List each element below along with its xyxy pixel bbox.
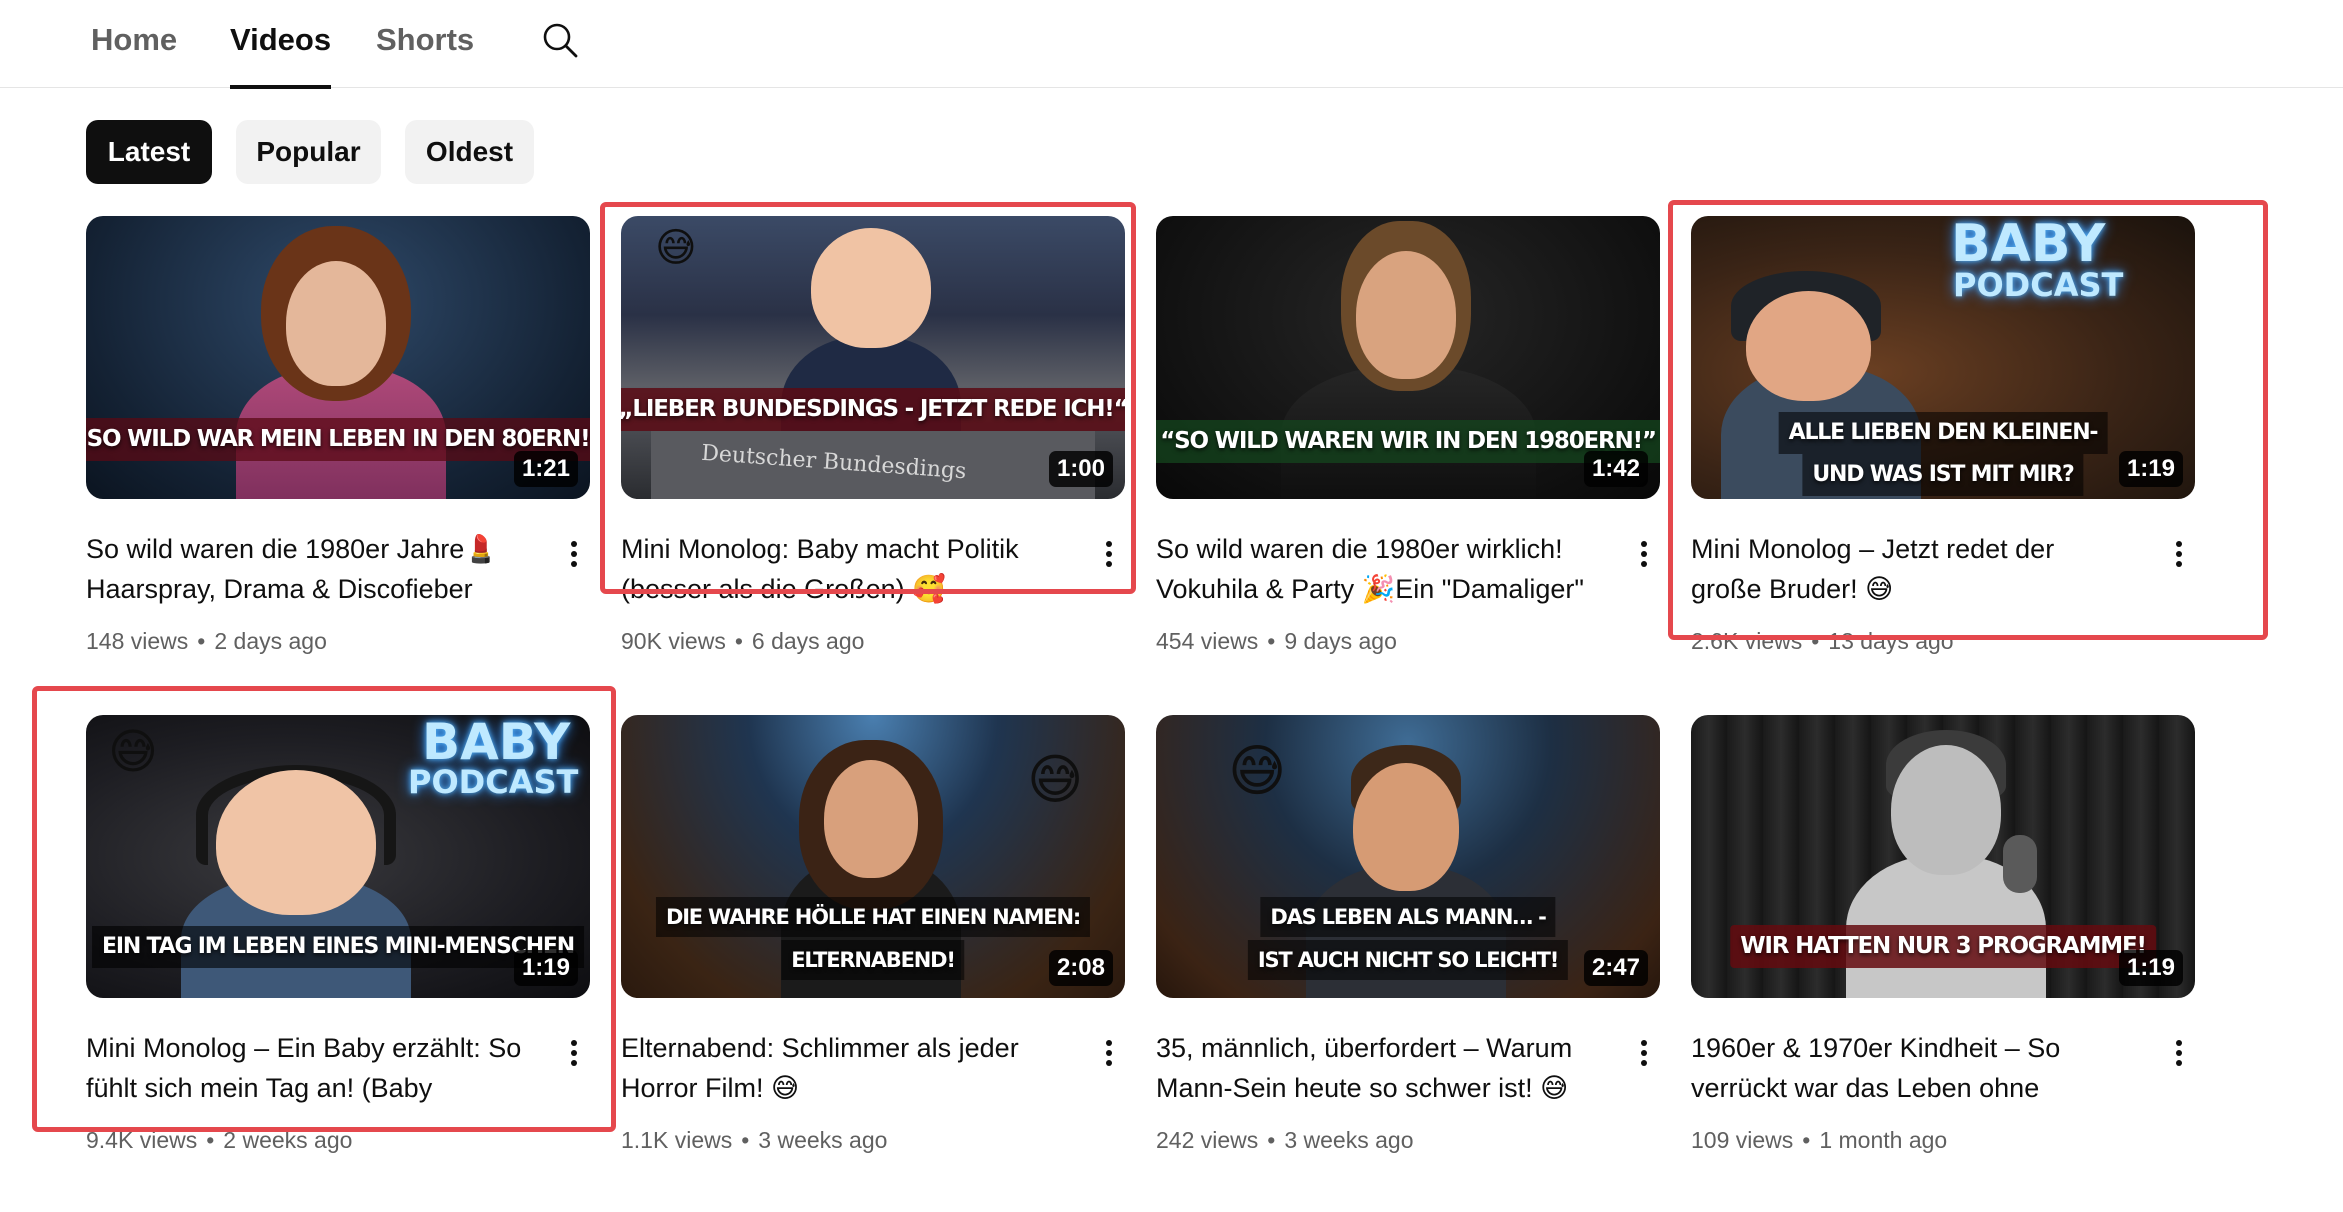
more-options-icon[interactable] <box>1629 1033 1659 1073</box>
video-title[interactable]: Elternabend: Schlimmer als jeder Horror … <box>621 1028 1061 1108</box>
neon-sign-baby: BABY <box>1951 216 2106 274</box>
video-thumbnail[interactable]: „SO WILD WAR MEIN LEBEN IN DEN 80ERN!“ 1… <box>86 216 590 499</box>
video-meta: 109 views • 1 month ago <box>1691 1127 1948 1153</box>
neon-sign-baby: BABY <box>422 715 571 771</box>
upload-age: 9 days ago <box>1284 628 1397 654</box>
video-card: “SO WILD WAREN WIR IN DEN 1980ERN!” 1:42… <box>1156 216 1660 654</box>
video-thumbnail[interactable]: 😅 DAS LEBEN ALS MANN… - IST AUCH NICHT S… <box>1156 715 1660 998</box>
sweat-smile-emoji-icon: 😅 <box>1228 739 1287 802</box>
video-card: „SO WILD WAR MEIN LEBEN IN DEN 80ERN!“ 1… <box>86 216 590 654</box>
video-title[interactable]: 1960er & 1970er Kindheit – So verrückt w… <box>1691 1028 2131 1108</box>
video-meta: 2.6K views • 13 days ago <box>1691 628 1954 654</box>
more-options-icon[interactable] <box>2164 1033 2194 1073</box>
video-thumbnail[interactable]: 😅 DIE WAHRE HÖLLE HAT EINEN NAMEN: ELTER… <box>621 715 1125 998</box>
more-options-icon[interactable] <box>1094 1033 1124 1073</box>
more-options-icon[interactable] <box>2164 534 2194 574</box>
video-meta: 242 views • 3 weeks ago <box>1156 1127 1414 1153</box>
video-thumbnail[interactable]: 😅 BABY PODCAST EIN TAG IM LEBEN EINES MI… <box>86 715 590 998</box>
view-count: 454 views <box>1156 628 1259 654</box>
search-icon[interactable] <box>538 18 582 62</box>
video-duration: 1:21 <box>513 451 578 487</box>
view-count: 148 views <box>86 628 189 654</box>
more-options-icon[interactable] <box>1094 534 1124 574</box>
view-count: 2.6K views <box>1691 628 1803 654</box>
thumbnail-caption-line-2: IST AUCH NICHT SO LEICHT! <box>1247 940 1569 981</box>
upload-age: 3 weeks ago <box>758 1127 888 1153</box>
sweat-smile-emoji-icon: 😅 <box>655 226 697 270</box>
upload-age: 3 weeks ago <box>1284 1127 1414 1153</box>
video-duration: 1:19 <box>2118 950 2183 986</box>
video-meta: 9.4K views • 2 weeks ago <box>86 1127 353 1153</box>
video-title[interactable]: Mini Monolog – Jetzt redet der große Bru… <box>1691 529 2131 609</box>
thumbnail-caption-line-1: ALLE LIEBEN DEN KLEINEN- <box>1778 412 2108 454</box>
tab-shorts[interactable]: Shorts <box>376 22 474 88</box>
more-options-icon[interactable] <box>559 534 589 574</box>
video-duration: 1:19 <box>2118 451 2183 487</box>
video-title[interactable]: Mini Monolog – Ein Baby erzählt: So fühl… <box>86 1028 526 1108</box>
thumbnail-caption-line-1: DIE WAHRE HÖLLE HAT EINEN NAMEN: <box>655 897 1091 938</box>
upload-age: 1 month ago <box>1819 1127 1948 1153</box>
video-card: 😅 BABY PODCAST EIN TAG IM LEBEN EINES MI… <box>86 715 590 1153</box>
video-duration: 2:47 <box>1583 950 1648 986</box>
video-title[interactable]: Mini Monolog: Baby macht Politik (besser… <box>621 529 1061 609</box>
tab-videos[interactable]: Videos <box>230 22 332 89</box>
video-meta: 148 views • 2 days ago <box>86 628 327 654</box>
sweat-smile-emoji-icon: 😅 <box>108 726 159 779</box>
video-thumbnail[interactable]: WIR HATTEN NUR 3 PROGRAMME! 1:19 <box>1691 715 2195 998</box>
video-thumbnail[interactable]: Deutscher Bundesdings 😅 „LIEBER BUNDESDI… <box>621 216 1125 499</box>
video-meta: 1.1K views • 3 weeks ago <box>621 1127 888 1153</box>
chip-oldest[interactable]: Oldest <box>405 120 534 184</box>
video-title[interactable]: 35, männlich, überfordert – Warum Mann-S… <box>1156 1028 1596 1108</box>
view-count: 9.4K views <box>86 1127 198 1153</box>
more-options-icon[interactable] <box>1629 534 1659 574</box>
video-card: Deutscher Bundesdings 😅 „LIEBER BUNDESDI… <box>621 216 1125 654</box>
sweat-smile-emoji-icon: 😅 <box>1027 750 1084 810</box>
neon-sign-podcast: PODCAST <box>1953 266 2124 304</box>
more-options-icon[interactable] <box>559 1033 589 1073</box>
video-duration: 2:08 <box>1048 950 1113 986</box>
upload-age: 6 days ago <box>751 628 865 654</box>
channel-tab-bar: Home Videos Shorts <box>0 0 2343 89</box>
thumbnail-caption-line-2: ELTERNABEND! <box>781 940 965 981</box>
video-meta: 90K views • 6 days ago <box>621 628 865 654</box>
thumbnail-caption: WIR HATTEN NUR 3 PROGRAMME! <box>1730 924 2156 968</box>
video-thumbnail[interactable]: BABY PODCAST ALLE LIEBEN DEN KLEINEN- UN… <box>1691 216 2195 499</box>
neon-sign-podcast: PODCAST <box>408 763 579 801</box>
thumbnail-caption: „LIEBER BUNDESDINGS - JETZT REDE ICH!“ <box>621 388 1125 432</box>
upload-age: 13 days ago <box>1828 628 1954 654</box>
video-meta: 454 views • 9 days ago <box>1156 628 1397 654</box>
thumbnail-caption: EIN TAG IM LEBEN EINES MINI-MENSCHEN <box>92 926 584 968</box>
view-count: 1.1K views <box>621 1127 733 1153</box>
view-count: 242 views <box>1156 1127 1259 1153</box>
video-card: 😅 DIE WAHRE HÖLLE HAT EINEN NAMEN: ELTER… <box>621 715 1125 1153</box>
chip-popular[interactable]: Popular <box>236 120 381 184</box>
video-duration: 1:42 <box>1583 451 1648 487</box>
thumbnail-caption-line-1: DAS LEBEN ALS MANN… - <box>1260 897 1556 938</box>
thumbnail-caption-line-2: UND WAS IST MIT MIR? <box>1802 454 2084 496</box>
video-thumbnail[interactable]: “SO WILD WAREN WIR IN DEN 1980ERN!” 1:42 <box>1156 216 1660 499</box>
view-count: 109 views <box>1691 1127 1794 1153</box>
upload-age: 2 days ago <box>214 628 327 654</box>
video-duration: 1:19 <box>513 950 578 986</box>
upload-age: 2 weeks ago <box>223 1127 353 1153</box>
chip-latest[interactable]: Latest <box>86 120 212 184</box>
video-title[interactable]: So wild waren die 1980er wirklich! Vokuh… <box>1156 529 1596 609</box>
tab-home[interactable]: Home <box>91 22 177 88</box>
video-duration: 1:00 <box>1048 451 1113 487</box>
view-count: 90K views <box>621 628 726 654</box>
video-card: BABY PODCAST ALLE LIEBEN DEN KLEINEN- UN… <box>1691 216 2195 654</box>
video-title[interactable]: So wild waren die 1980er Jahre💄 Haarspra… <box>86 529 526 609</box>
video-card: WIR HATTEN NUR 3 PROGRAMME! 1:19 1960er … <box>1691 715 2195 1153</box>
video-card: 😅 DAS LEBEN ALS MANN… - IST AUCH NICHT S… <box>1156 715 1660 1153</box>
